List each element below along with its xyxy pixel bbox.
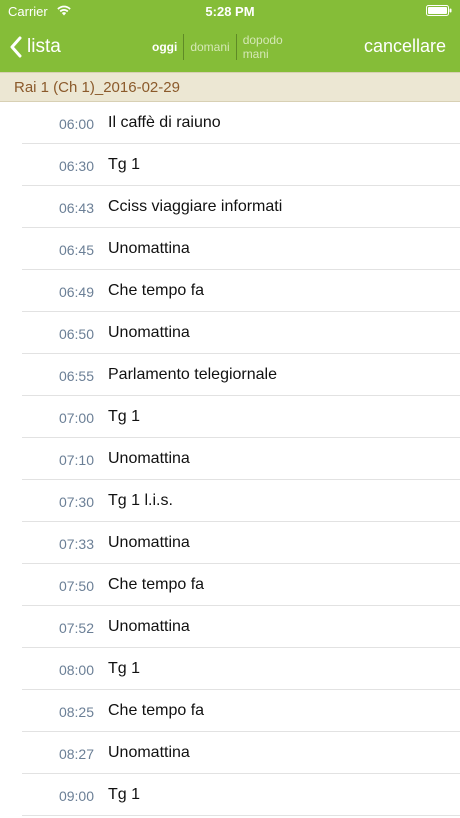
program-title: Che tempo fa — [108, 282, 205, 299]
program-row[interactable]: 06:50 Unomattina — [0, 312, 460, 354]
channel-section-header: Rai 1 (Ch 1)_2016-02-29 — [0, 72, 460, 102]
segment-oggi[interactable]: oggi — [146, 34, 183, 60]
program-row[interactable]: 07:33 Unomattina — [0, 522, 460, 564]
program-title: Unomattina — [108, 240, 190, 257]
program-title: Che tempo fa — [108, 576, 205, 593]
navigation-bar: lista oggi domani dopodomani cancellare — [0, 24, 460, 72]
program-row[interactable]: 08:25 Che tempo fa — [0, 690, 460, 732]
program-time: 06:55 — [58, 368, 94, 384]
program-title: Unomattina — [108, 618, 190, 635]
segment-dopodomani[interactable]: dopodomani — [237, 33, 299, 61]
program-time: 07:33 — [58, 536, 94, 552]
program-time: 06:00 — [58, 116, 94, 132]
status-bar: Carrier 5:28 PM — [0, 0, 460, 24]
day-segmented-control: oggi domani dopodomani — [146, 33, 326, 61]
program-time: 06:49 — [58, 284, 94, 300]
program-title: Il caffè di raiuno — [108, 114, 221, 131]
program-row[interactable]: 09:00 Tg 1 — [0, 774, 460, 816]
program-row[interactable]: 07:50 Che tempo fa — [0, 564, 460, 606]
program-time: 06:43 — [58, 200, 94, 216]
chevron-left-icon — [10, 36, 22, 58]
program-time: 07:00 — [58, 410, 94, 426]
program-title: Unomattina — [108, 324, 190, 341]
program-row[interactable]: 06:43 Cciss viaggiare informati — [0, 186, 460, 228]
program-title: Parlamento telegiornale — [108, 366, 277, 383]
program-row[interactable]: 06:00 Il caffè di raiuno — [0, 102, 460, 144]
back-button[interactable]: lista — [10, 32, 61, 62]
program-title: Unomattina — [108, 744, 190, 761]
program-title: Tg 1 — [108, 156, 141, 173]
program-row[interactable]: 08:00 Tg 1 — [0, 648, 460, 690]
program-list: 06:00 Il caffè di raiuno 06:30 Tg 1 06:43 Cci… — [0, 102, 460, 816]
back-label: lista — [27, 36, 61, 57]
program-title: Tg 1 — [108, 408, 141, 425]
segment-domani[interactable]: domani — [184, 34, 235, 60]
program-row[interactable]: 06:30 Tg 1 — [0, 144, 460, 186]
program-row[interactable]: 06:55 Parlamento telegiornale — [0, 354, 460, 396]
cancel-button[interactable]: cancellare — [364, 36, 446, 57]
channel-date-title: Rai 1 (Ch 1)_2016-02-29 — [14, 79, 180, 96]
program-row[interactable]: 06:49 Che tempo fa — [0, 270, 460, 312]
program-title: Unomattina — [108, 534, 190, 551]
program-time: 07:52 — [58, 620, 94, 636]
battery-icon — [426, 5, 452, 16]
program-time: 08:27 — [58, 746, 94, 762]
program-row[interactable]: 07:52 Unomattina — [0, 606, 460, 648]
program-row[interactable]: 07:10 Unomattina — [0, 438, 460, 480]
program-title: Tg 1 l.i.s. — [108, 492, 173, 509]
program-time: 08:25 — [58, 704, 94, 720]
program-title: Unomattina — [108, 450, 190, 467]
program-row[interactable]: 06:45 Unomattina — [0, 228, 460, 270]
program-title: Cciss viaggiare informati — [108, 198, 283, 215]
program-time: 06:45 — [58, 242, 94, 258]
top-bar: Carrier 5:28 PM lista oggi domani dopodo… — [0, 0, 460, 72]
program-time: 07:30 — [58, 494, 94, 510]
program-time: 09:00 — [58, 788, 94, 804]
program-time: 06:50 — [58, 326, 94, 342]
program-title: Che tempo fa — [108, 702, 205, 719]
program-time: 07:10 — [58, 452, 94, 468]
status-time: 5:28 PM — [205, 4, 255, 19]
program-row[interactable]: 07:30 Tg 1 l.i.s. — [0, 480, 460, 522]
program-title: Tg 1 — [108, 660, 141, 677]
program-time: 06:30 — [58, 158, 94, 174]
program-title: Tg 1 — [108, 786, 141, 803]
program-row[interactable]: 07:00 Tg 1 — [0, 396, 460, 438]
program-time: 07:50 — [58, 578, 94, 594]
program-row[interactable]: 08:27 Unomattina — [0, 732, 460, 774]
program-time: 08:00 — [58, 662, 94, 678]
